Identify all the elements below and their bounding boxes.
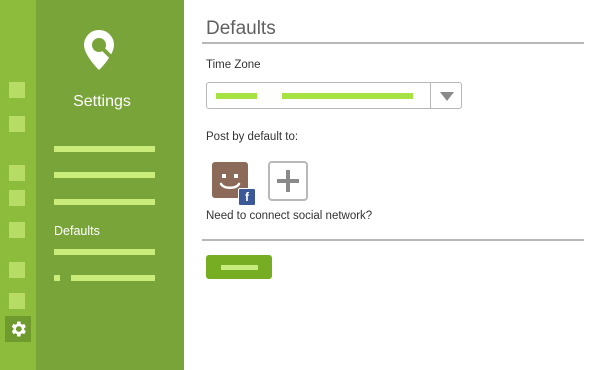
rail-item[interactable] — [9, 262, 25, 278]
sidebar-item[interactable] — [54, 146, 155, 152]
sidebar-item-defaults[interactable]: Defaults — [54, 224, 100, 238]
sidebar-item[interactable] — [54, 172, 155, 178]
rail-item[interactable] — [9, 165, 25, 181]
timezone-label: Time Zone — [206, 59, 261, 71]
sidebar-item-bullet — [54, 275, 60, 281]
save-button[interactable] — [206, 255, 272, 279]
select-value-placeholder — [282, 93, 413, 99]
sidebar-item[interactable] — [54, 249, 155, 255]
post-default-label: Post by default to: — [206, 131, 299, 143]
rail-item[interactable] — [9, 222, 25, 238]
connect-social-link[interactable]: Need to connect social network? — [206, 210, 372, 222]
gear-icon[interactable] — [5, 316, 31, 342]
rail-item[interactable] — [9, 116, 25, 132]
plus-icon — [277, 170, 299, 192]
sidebar-item[interactable] — [54, 199, 155, 205]
divider — [202, 239, 584, 241]
add-network-button[interactable] — [268, 161, 308, 201]
defaults-panel: Defaults Time Zone Post by default to: f… — [184, 0, 615, 370]
settings-sidebar: Settings Defaults — [36, 0, 184, 370]
select-divider — [430, 83, 431, 108]
timezone-select[interactable] — [206, 82, 462, 109]
icon-rail — [0, 0, 36, 370]
page-title: Defaults — [206, 18, 276, 39]
rail-item[interactable] — [9, 82, 25, 98]
sidebar-item[interactable] — [71, 275, 155, 281]
facebook-icon: f — [238, 188, 256, 206]
chevron-down-icon[interactable] — [440, 92, 454, 101]
sidebar-title: Settings — [73, 93, 131, 110]
rail-item[interactable] — [9, 293, 25, 309]
location-pin-icon — [82, 28, 116, 72]
divider — [202, 42, 584, 44]
button-label-placeholder — [221, 265, 258, 270]
select-value-placeholder — [216, 93, 257, 99]
rail-item[interactable] — [9, 190, 25, 206]
